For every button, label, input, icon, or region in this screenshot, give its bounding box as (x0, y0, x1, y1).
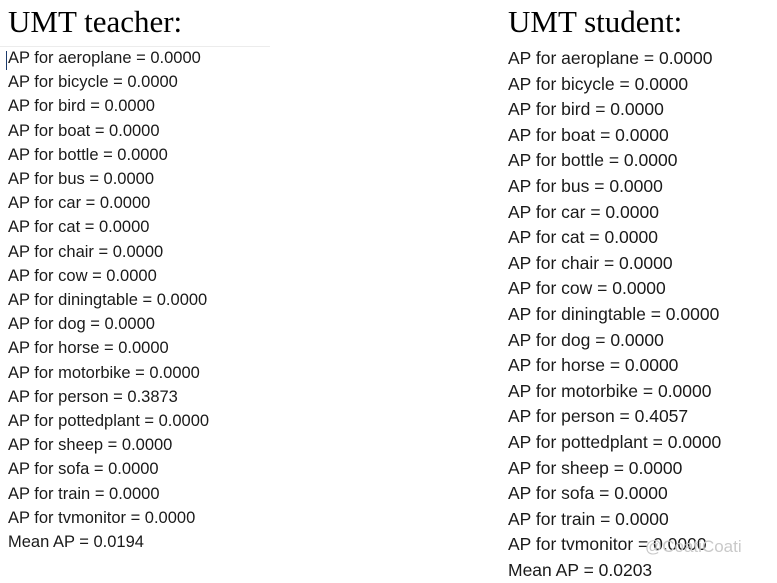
ap-result-line: AP for aeroplane = 0.0000 (508, 48, 713, 68)
ap-result-line: AP for cat = 0.0000 (8, 218, 150, 237)
ap-result-line: AP for chair = 0.0000 (508, 252, 673, 273)
ap-result-line: AP for diningtable = 0.0000 (508, 303, 720, 324)
ap-result-line: AP for dog = 0.0000 (8, 315, 155, 334)
ap-result-line: AP for car = 0.0000 (508, 201, 659, 222)
ap-result-line: AP for sheep = 0.0000 (508, 457, 683, 478)
ap-result-line: AP for bus = 0.0000 (508, 175, 663, 196)
ap-result-line: AP for boat = 0.0000 (8, 121, 160, 140)
ap-result-line: AP for car = 0.0000 (8, 194, 151, 213)
ap-result-line: AP for cow = 0.0000 (8, 266, 157, 285)
ap-result-line: AP for tvmonitor = 0.0000 (8, 508, 196, 527)
student-results-panel: UMT student: AP for aeroplane = 0.0000 AP… (390, 0, 777, 583)
ap-result-line: AP for train = 0.0000 (508, 508, 669, 529)
ap-result-line: AP for bird = 0.0000 (508, 99, 664, 120)
ap-result-line: AP for motorbike = 0.0000 (508, 380, 712, 401)
ap-result-line: AP for bicycle = 0.0000 (8, 73, 178, 92)
ap-result-line: AP for cow = 0.0000 (508, 278, 666, 299)
ap-result-line: AP for person = 0.4057 (508, 406, 689, 427)
teacher-results-panel: UMT teacher: AP for aeroplane = 0.0000 AP… (0, 0, 390, 554)
student-panel-heading: UMT student: (508, 4, 683, 39)
ap-result-line: AP for boat = 0.0000 (508, 124, 669, 145)
student-ap-list[interactable]: AP for aeroplane = 0.0000 AP for bicycle … (390, 42, 777, 583)
ap-result-line: AP for sheep = 0.0000 (8, 436, 173, 455)
teacher-panel-heading: UMT teacher: (8, 4, 183, 39)
ap-result-line: AP for cat = 0.0000 (508, 227, 658, 248)
ap-result-line: AP for horse = 0.0000 (8, 339, 169, 358)
teacher-ap-list[interactable]: AP for aeroplane = 0.0000 AP for bicycle … (0, 42, 390, 554)
horizontal-divider (0, 46, 270, 47)
text-cursor-caret (6, 51, 7, 70)
ap-result-line: AP for aeroplane = 0.0000 (8, 49, 201, 67)
ap-result-line: AP for bicycle = 0.0000 (508, 73, 689, 94)
ap-result-line: AP for train = 0.0000 (8, 484, 160, 503)
ap-result-line: Mean AP = 0.0203 (508, 559, 653, 580)
ap-result-line: AP for sofa = 0.0000 (8, 460, 159, 479)
ap-result-line: AP for horse = 0.0000 (508, 355, 679, 376)
ap-result-line: AP for bus = 0.0000 (8, 170, 155, 189)
ap-result-line: AP for pottedplant = 0.0000 (8, 412, 210, 431)
ap-result-line: Mean AP = 0.0194 (8, 533, 144, 552)
ap-result-line: AP for chair = 0.0000 (8, 242, 164, 261)
ap-result-line: AP for motorbike = 0.0000 (8, 363, 200, 382)
ap-result-line: AP for person = 0.3873 (8, 387, 178, 406)
ap-result-line: AP for tvmonitor = 0.0000 (508, 534, 707, 555)
ap-result-line: AP for pottedplant = 0.0000 (508, 431, 722, 452)
ap-result-line: AP for dog = 0.0000 (508, 329, 664, 350)
ap-result-line: AP for bottle = 0.0000 (8, 145, 168, 164)
ap-result-line: AP for diningtable = 0.0000 (8, 291, 208, 310)
ap-result-line: AP for sofa = 0.0000 (508, 483, 668, 504)
ap-result-line: AP for bottle = 0.0000 (508, 150, 678, 171)
ap-result-line: AP for bird = 0.0000 (8, 97, 155, 116)
